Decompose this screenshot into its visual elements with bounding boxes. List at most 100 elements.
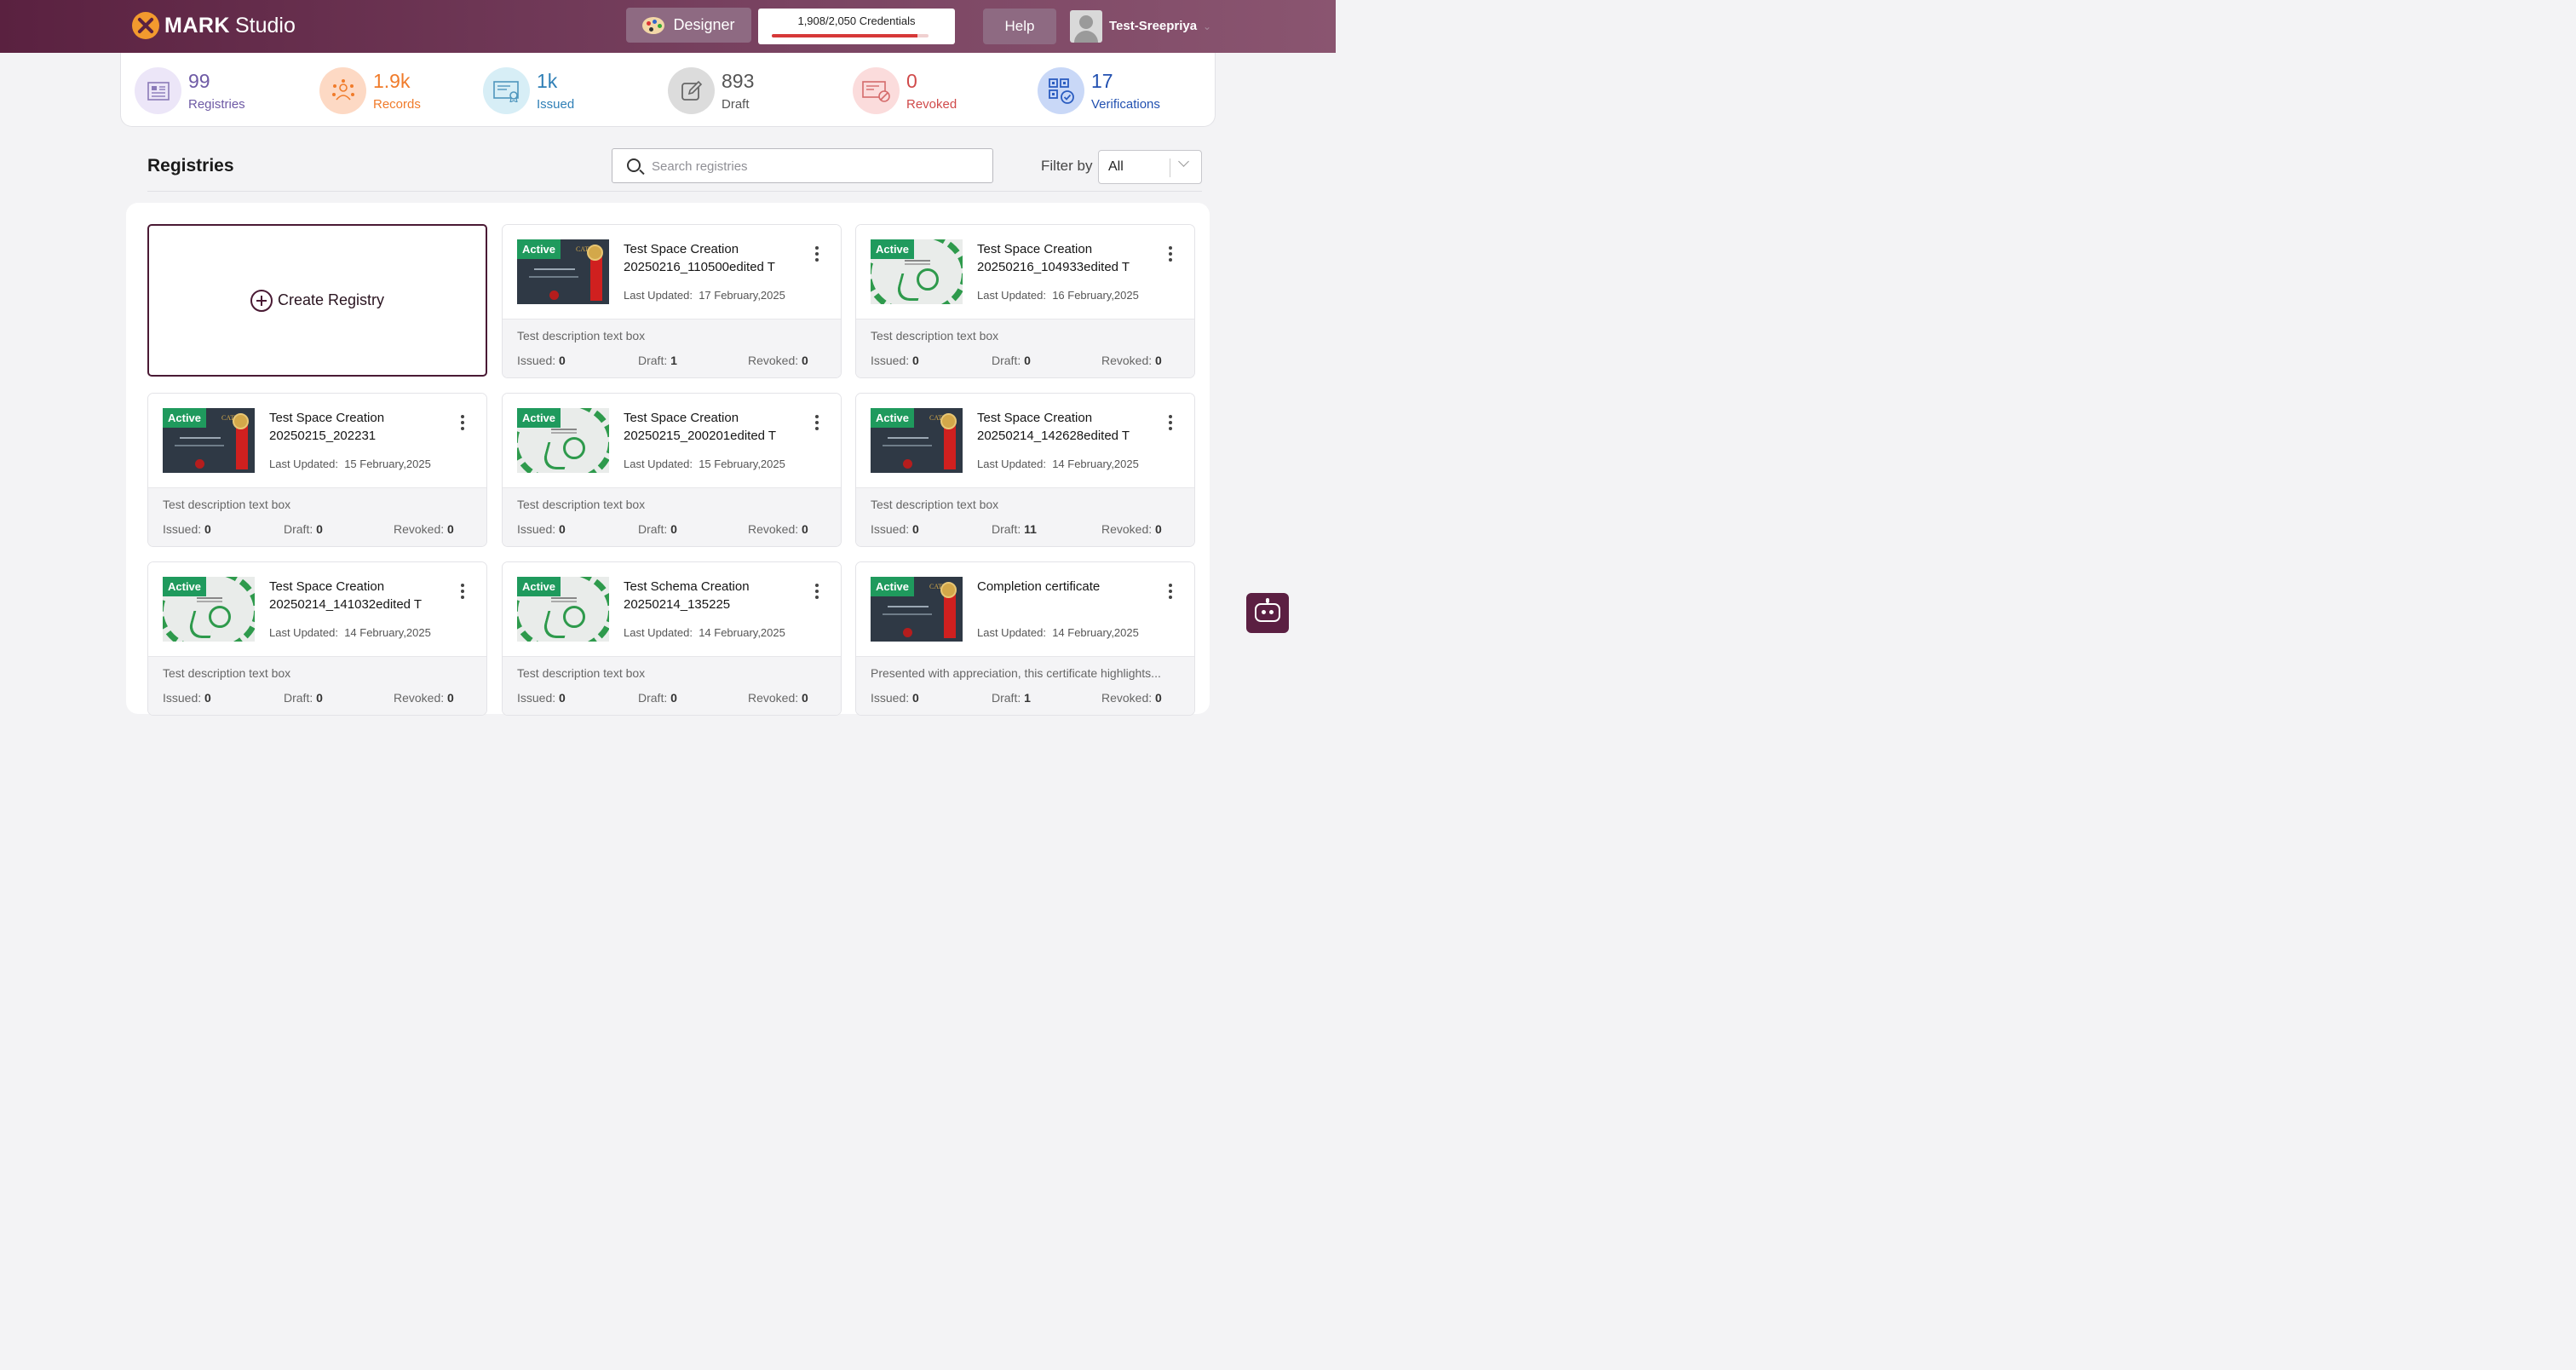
stat-revoked: 0 Revoked — [853, 67, 957, 114]
issued-count: Issued: 0 — [163, 522, 211, 536]
chevron-down-icon[interactable]: ⌄ — [1203, 20, 1211, 32]
revoked-label: Revoked: — [394, 522, 445, 536]
search-input[interactable] — [652, 156, 975, 176]
registry-card[interactable]: Active CATE Test Space Creation 20250216_1… — [502, 224, 842, 378]
avatar[interactable] — [1070, 10, 1102, 43]
filter-select[interactable]: All — [1098, 150, 1202, 184]
status-badge: Active — [517, 577, 561, 596]
issued-value: 0 — [204, 522, 211, 536]
registry-card[interactable]: Active Test Space Creation 20250214_14103… — [147, 561, 487, 716]
revoked-count: Revoked: 0 — [1101, 691, 1162, 705]
create-registry-button[interactable]: Create Registry — [147, 224, 487, 377]
last-updated-label: Last Updated: — [624, 289, 693, 302]
draft-label: Draft: — [638, 691, 668, 705]
top-navigation-bar: MARK Studio Designer 1,908/2,050 Credent… — [0, 0, 1336, 53]
issued-count: Issued: 0 — [871, 522, 919, 536]
registry-card-title: Completion certificate — [977, 579, 1101, 594]
draft-label: Draft: — [284, 522, 313, 536]
issued-count: Issued: 0 — [517, 522, 566, 536]
chatbot-button[interactable] — [1246, 593, 1289, 633]
designer-button[interactable]: Designer — [626, 8, 751, 43]
draft-label: Draft: — [638, 522, 668, 536]
registry-last-updated: Last Updated: 15 February,2025 — [624, 458, 785, 470]
last-updated-value: 15 February,2025 — [699, 458, 785, 470]
registry-card[interactable]: Active CATE Test Space Creation 20250215_2… — [147, 393, 487, 547]
registry-card-header: Active CATE Completion certificate Last Upd… — [856, 562, 1194, 657]
registry-card[interactable]: Active CATE Test Space Creation 20250214_1… — [855, 393, 1195, 547]
revoked-count: Revoked: 0 — [748, 522, 808, 536]
thumbnail-line — [883, 613, 932, 615]
revoked-count: Revoked: 0 — [1101, 522, 1162, 536]
last-updated-value: 14 February,2025 — [344, 626, 431, 639]
thumbnail-line — [551, 597, 577, 599]
last-updated-label: Last Updated: — [977, 626, 1046, 639]
help-button[interactable]: Help — [983, 9, 1056, 44]
stat-label: Issued — [537, 97, 575, 112]
stat-label: Revoked — [906, 97, 957, 112]
draft-label: Draft: — [992, 522, 1021, 536]
stat-issued: 1k Issued — [483, 67, 574, 114]
more-options-icon[interactable] — [814, 584, 819, 602]
stat-value: 99 — [188, 70, 210, 92]
registry-card[interactable]: Active CATE Completion certificate Last Upd… — [855, 561, 1195, 716]
draft-value: 0 — [1024, 354, 1031, 367]
issued-count: Issued: 0 — [517, 691, 566, 705]
draft-count: Draft: 1 — [638, 354, 677, 367]
more-options-icon[interactable] — [814, 246, 819, 265]
username[interactable]: Test-Sreepriya — [1109, 19, 1197, 33]
issued-value: 0 — [912, 354, 919, 367]
revoked-count: Revoked: 0 — [394, 522, 454, 536]
registry-card-title: Test Space Creation 20250215_200201edite… — [624, 411, 777, 443]
logo-mark — [563, 437, 585, 459]
issued-certificate-icon — [483, 67, 530, 114]
registry-description: Presented with appreciation, this certif… — [871, 666, 1161, 680]
logo-mark — [563, 606, 585, 628]
thumbnail-line — [175, 445, 224, 446]
registry-last-updated: Last Updated: 16 February,2025 — [977, 289, 1139, 302]
registry-card-footer: Test description text box Issued: 0 Draft:… — [148, 488, 486, 546]
more-options-icon[interactable] — [1168, 246, 1173, 265]
app-logo[interactable]: MARK Studio — [132, 12, 296, 39]
revoked-value: 0 — [447, 522, 454, 536]
search-icon — [627, 158, 641, 172]
registry-card[interactable]: Active Test Space Creation 20250216_10493… — [855, 224, 1195, 378]
wax-seal — [549, 291, 559, 300]
registry-description: Test description text box — [517, 329, 646, 342]
stat-value: 0 — [906, 70, 917, 92]
more-options-icon[interactable] — [814, 415, 819, 434]
more-options-icon[interactable] — [460, 415, 465, 434]
stat-label: Registries — [188, 97, 245, 112]
draft-value: 0 — [316, 691, 323, 705]
registry-card-footer: Test description text box Issued: 0 Draft:… — [503, 319, 841, 377]
search-box[interactable] — [612, 148, 993, 183]
registry-description: Test description text box — [517, 498, 646, 511]
revoked-count: Revoked: 0 — [748, 354, 808, 367]
registry-card-header: Active CATE Test Space Creation 20250214_1… — [856, 394, 1194, 488]
issued-count: Issued: 0 — [517, 354, 566, 367]
status-badge: Active — [871, 408, 915, 428]
gold-seal — [940, 582, 957, 598]
draft-value: 11 — [1024, 522, 1037, 536]
more-options-icon[interactable] — [1168, 584, 1173, 602]
registry-description: Test description text box — [163, 666, 291, 680]
last-updated-value: 14 February,2025 — [699, 626, 785, 639]
registry-last-updated: Last Updated: 15 February,2025 — [269, 458, 431, 470]
registry-card-header: Active Test Space Creation 20250216_10493… — [856, 225, 1194, 319]
registry-card[interactable]: Active Test Space Creation 20250215_20020… — [502, 393, 842, 547]
filter-label: Filter by — [1041, 158, 1093, 174]
more-options-icon[interactable] — [460, 584, 465, 602]
registry-last-updated: Last Updated: 14 February,2025 — [977, 458, 1139, 470]
logo-mark — [209, 606, 231, 628]
wax-seal — [195, 459, 204, 469]
revoked-value: 0 — [1155, 522, 1162, 536]
more-options-icon[interactable] — [1168, 415, 1173, 434]
wax-seal — [903, 628, 912, 637]
issued-value: 0 — [559, 691, 566, 705]
registry-card-footer: Test description text box Issued: 0 Draft:… — [856, 319, 1194, 377]
registry-card-header: Active Test Schema Creation 20250214_1352… — [503, 562, 841, 657]
revoked-value: 0 — [1155, 354, 1162, 367]
registry-card[interactable]: Active Test Schema Creation 20250214_1352… — [502, 561, 842, 716]
last-updated-value: 14 February,2025 — [1052, 626, 1139, 639]
issued-value: 0 — [204, 691, 211, 705]
registry-last-updated: Last Updated: 14 February,2025 — [977, 626, 1139, 639]
